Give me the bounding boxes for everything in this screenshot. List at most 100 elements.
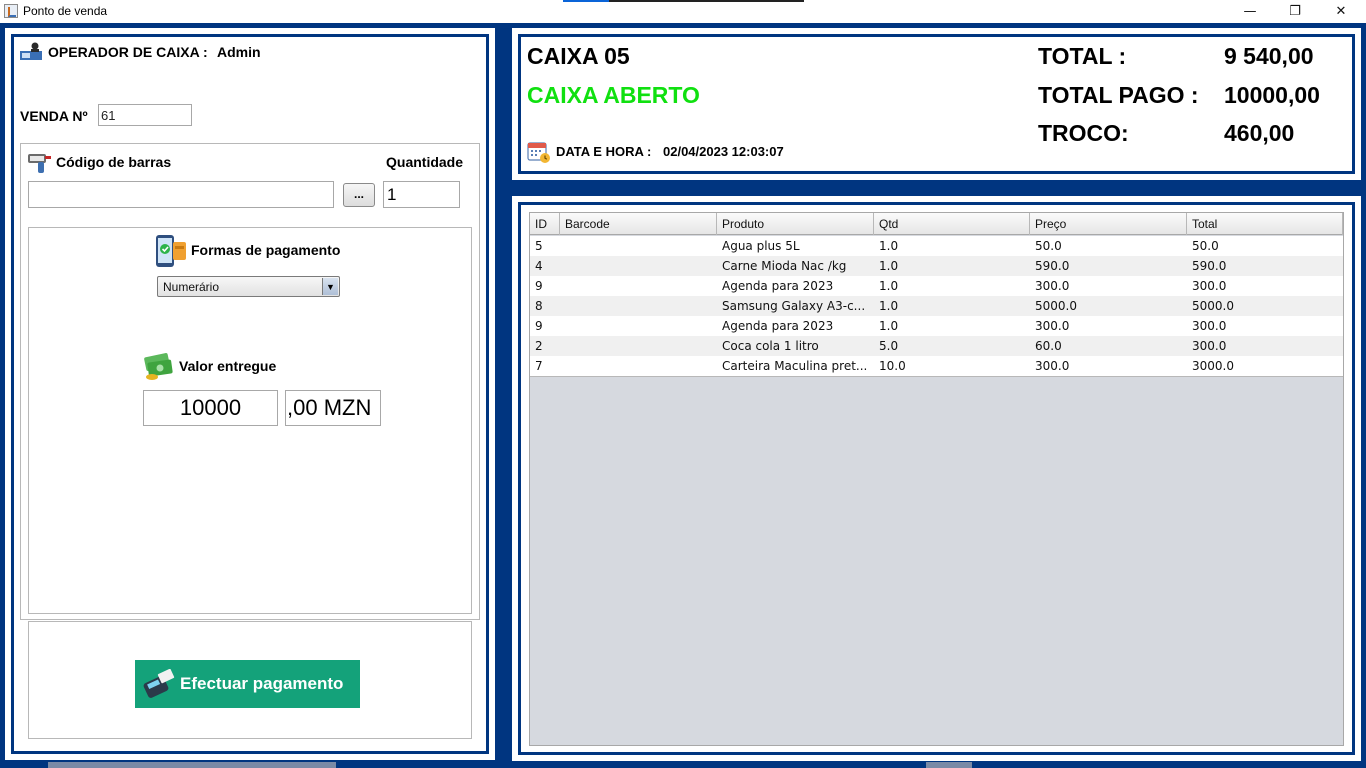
cell-price: 60.0 (1035, 339, 1062, 353)
make-payment-button[interactable]: Efectuar pagamento (135, 660, 360, 708)
cell-barcode (560, 256, 717, 276)
column-header-barcode[interactable]: Barcode (560, 213, 717, 235)
register-status: CAIXA ABERTO (527, 82, 700, 108)
cell-id: 5 (535, 239, 543, 253)
cell-qty: 5.0 (879, 339, 899, 353)
payment-methods-label: Formas de pagamento (191, 242, 341, 258)
cell-total: 300.0 (1192, 339, 1227, 353)
cell-qty: 1.0 (879, 259, 899, 273)
amount-currency-field: ,00 MZN (285, 390, 381, 426)
cell-price: 300.0 (1035, 359, 1070, 373)
cell-total: 5000.0 (1192, 299, 1234, 313)
table-row[interactable]: 9 Agenda para 2023 1.0 300.0 300.0 (530, 276, 1343, 296)
taskbar-strip (48, 762, 336, 768)
datetime-label: DATA E HORA : (556, 144, 652, 159)
quantity-label: Quantidade (386, 154, 464, 170)
maximize-button[interactable]: ❐ (1272, 0, 1318, 23)
cell-product: Agua plus 5L (722, 239, 800, 253)
sale-number-field[interactable]: 61 (98, 104, 192, 126)
cell-barcode (560, 336, 717, 356)
sale-number-label: VENDA Nº (20, 108, 88, 124)
cell-price: 5000.0 (1035, 299, 1077, 313)
payment-method-select[interactable]: Numerário ▼ (157, 276, 340, 297)
cell-product: Agenda para 2023 (722, 279, 834, 293)
cell-id: 4 (535, 259, 543, 273)
dropdown-arrow-icon[interactable]: ▼ (322, 278, 338, 295)
cell-id: 9 (535, 319, 543, 333)
make-payment-label: Efectuar pagamento (180, 674, 344, 693)
total-value: 9 540,00 (1224, 43, 1314, 69)
close-button[interactable]: ✕ (1318, 0, 1364, 23)
mobile-payment-icon (156, 235, 186, 267)
cell-id: 9 (535, 279, 543, 293)
cell-total: 3000.0 (1192, 359, 1234, 373)
title-accent-line (563, 0, 804, 2)
cell-qty: 1.0 (879, 279, 899, 293)
taskbar-strip (926, 762, 972, 768)
operator-label: OPERADOR DE CAIXA : (48, 44, 208, 60)
total-paid-label: TOTAL PAGO : (1038, 82, 1199, 108)
cell-product: Samsung Galaxy A3-c... (722, 299, 866, 313)
datetime-value: 02/04/2023 12:03:07 (663, 144, 784, 159)
table-row[interactable]: 4 Carne Mioda Nac /kg 1.0 590.0 590.0 (530, 256, 1343, 276)
cell-total: 300.0 (1192, 279, 1227, 293)
cell-total: 590.0 (1192, 259, 1227, 273)
column-header-total[interactable]: Total (1187, 213, 1343, 235)
table-row[interactable]: 7 Carteira Maculina pret... 10.0 300.0 3… (530, 356, 1343, 376)
cell-id: 8 (535, 299, 543, 313)
cell-qty: 10.0 (879, 359, 906, 373)
cell-barcode (560, 316, 717, 336)
table-row[interactable]: 5 Agua plus 5L 1.0 50.0 50.0 (530, 236, 1343, 256)
barcode-scanner-icon (28, 154, 51, 173)
amount-given-input[interactable]: 10000 (143, 390, 278, 426)
window-title: Ponto de venda (23, 4, 108, 18)
cell-price: 300.0 (1035, 279, 1070, 293)
card-terminal-icon (143, 669, 175, 698)
quantity-input[interactable]: 1 (383, 181, 460, 208)
column-header-qty[interactable]: Qtd (874, 213, 1030, 235)
cash-icon (144, 353, 173, 380)
table-header: ID Barcode Produto Qtd Preço Total (530, 213, 1343, 235)
cell-product: Carteira Maculina pret... (722, 359, 868, 373)
total-label: TOTAL : (1038, 43, 1127, 69)
cell-price: 300.0 (1035, 319, 1070, 333)
cell-product: Carne Mioda Nac /kg (722, 259, 847, 273)
browse-products-button[interactable]: ... (343, 183, 375, 207)
title-bar: Ponto de venda — ❐ ✕ (0, 0, 1366, 23)
column-header-product[interactable]: Produto (717, 213, 874, 235)
cell-id: 2 (535, 339, 543, 353)
table-body: 5 Agua plus 5L 1.0 50.0 50.0 4 Carne Mio… (530, 236, 1343, 377)
cashier-icon (20, 42, 42, 60)
operator-name: Admin (217, 44, 261, 60)
cell-qty: 1.0 (879, 319, 899, 333)
barcode-input[interactable] (28, 181, 334, 208)
column-header-price[interactable]: Preço (1030, 213, 1187, 235)
sale-items-table[interactable]: ID Barcode Produto Qtd Preço Total 5 Agu… (529, 212, 1344, 746)
cell-product: Coca cola 1 litro (722, 339, 819, 353)
java-app-icon (4, 4, 18, 18)
cell-price: 590.0 (1035, 259, 1070, 273)
cell-id: 7 (535, 359, 543, 373)
cell-total: 300.0 (1192, 319, 1227, 333)
change-value: 460,00 (1224, 120, 1295, 146)
cell-qty: 1.0 (879, 299, 899, 313)
cell-barcode (560, 236, 717, 256)
table-row[interactable]: 9 Agenda para 2023 1.0 300.0 300.0 (530, 316, 1343, 336)
barcode-label: Código de barras (56, 154, 172, 170)
minimize-button[interactable]: — (1227, 0, 1273, 23)
cell-price: 50.0 (1035, 239, 1062, 253)
cell-qty: 1.0 (879, 239, 899, 253)
column-header-id[interactable]: ID (530, 213, 560, 235)
calendar-clock-icon (527, 142, 550, 163)
change-label: TROCO: (1038, 120, 1129, 146)
cell-barcode (560, 276, 717, 296)
amount-given-label: Valor entregue (179, 358, 277, 374)
cell-product: Agenda para 2023 (722, 319, 834, 333)
cell-barcode (560, 356, 717, 376)
total-paid-value: 10000,00 (1224, 82, 1320, 108)
payment-method-value: Numerário (163, 280, 220, 294)
table-row[interactable]: 2 Coca cola 1 litro 5.0 60.0 300.0 (530, 336, 1343, 356)
cell-barcode (560, 296, 717, 316)
cell-total: 50.0 (1192, 239, 1219, 253)
table-row[interactable]: 8 Samsung Galaxy A3-c... 1.0 5000.0 5000… (530, 296, 1343, 316)
